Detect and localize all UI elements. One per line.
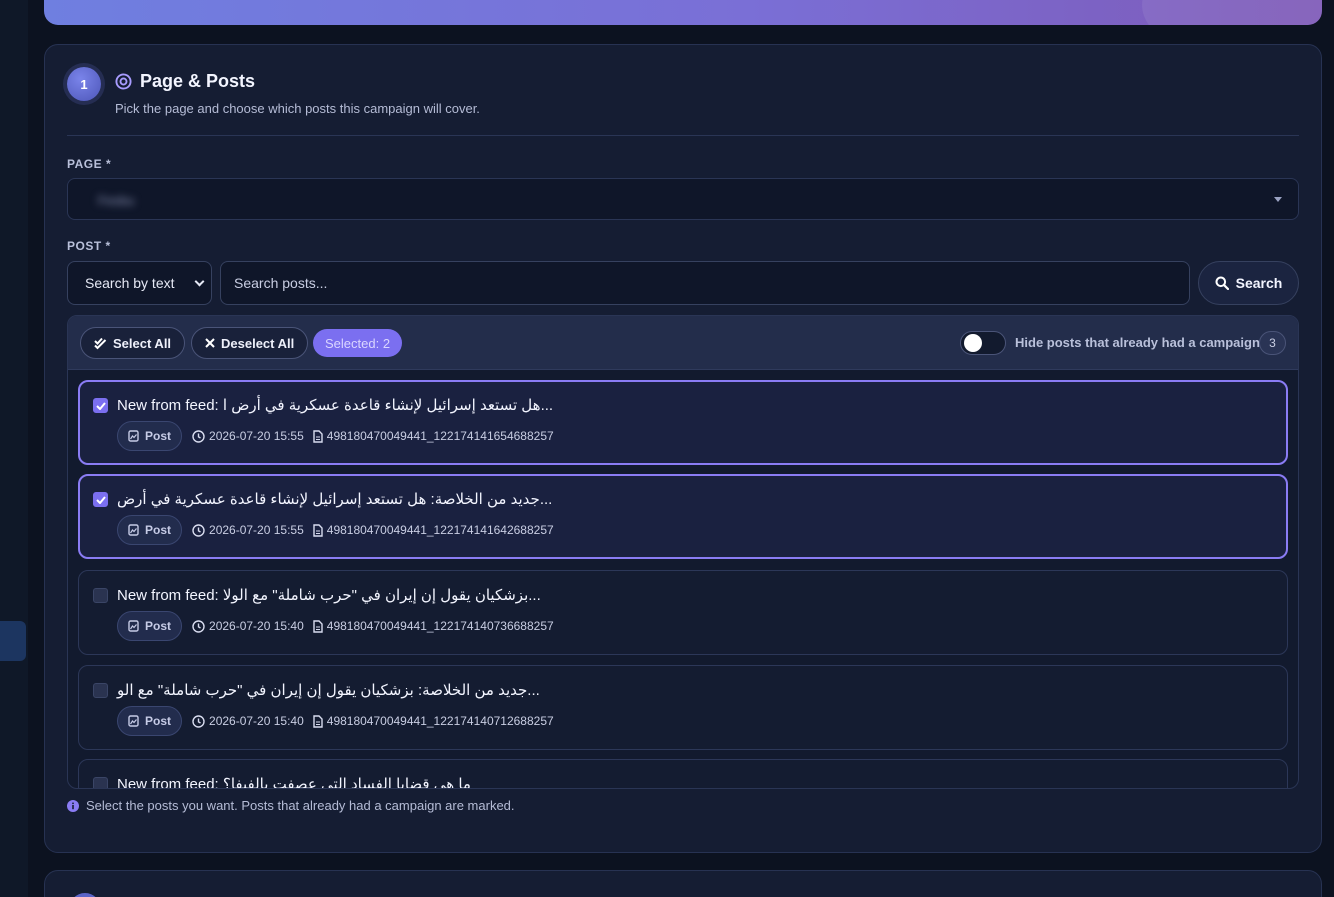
document-icon xyxy=(128,620,139,632)
document-icon xyxy=(128,715,139,727)
post-type-badge: Post xyxy=(117,421,183,451)
post-item[interactable]: جديد من الخلاصة: هل تستعد إسرائيل لإنشاء… xyxy=(78,474,1288,559)
clock-icon xyxy=(192,714,205,728)
post-checkbox[interactable] xyxy=(93,588,108,603)
post-title: New from feed: ما هي قضايا الفساد التي ع… xyxy=(117,776,471,789)
toggle-knob xyxy=(964,334,982,352)
info-icon xyxy=(67,799,79,812)
post-field-label: POST * xyxy=(67,239,111,253)
post-checkbox[interactable] xyxy=(93,777,108,788)
search-mode-select[interactable]: Search by text xyxy=(67,261,212,305)
file-icon xyxy=(313,429,323,443)
post-id: 498180470049441_122174140736688257 xyxy=(313,619,554,633)
post-id: 498180470049441_122174141654688257 xyxy=(313,429,554,443)
search-mode-value: Search by text xyxy=(85,275,175,291)
post-title: New from feed: هل تستعد إسرائيل لإنشاء ق… xyxy=(117,397,554,414)
post-meta: Post 2026-07-20 15:55 498180470049441_12… xyxy=(117,515,554,545)
posts-hint-text: Select the posts you want. Posts that al… xyxy=(86,798,515,813)
file-icon xyxy=(313,619,323,633)
posts-panel: Select All Deselect All Selected: 2 Hide… xyxy=(67,315,1299,789)
deselect-all-button[interactable]: Deselect All xyxy=(191,327,309,359)
file-icon xyxy=(313,523,323,537)
post-id: 498180470049441_122174140712688257 xyxy=(313,714,554,728)
page-field-label: PAGE * xyxy=(67,157,112,171)
post-search-input[interactable] xyxy=(220,261,1190,305)
post-id-text: 498180470049441_122174140712688257 xyxy=(326,714,554,728)
section-subtitle: Pick the page and choose which posts thi… xyxy=(115,101,480,116)
clock-icon xyxy=(192,619,205,633)
selected-count-badge: Selected: 2 xyxy=(313,329,403,357)
clock-icon xyxy=(192,429,205,443)
post-type-label: Post xyxy=(145,429,172,443)
post-id: 498180470049441_122174141642688257 xyxy=(313,523,554,537)
post-datetime: 2026-07-20 15:55 xyxy=(192,429,304,443)
post-id-text: 498180470049441_122174141654688257 xyxy=(326,429,554,443)
post-datetime-text: 2026-07-20 15:55 xyxy=(209,523,304,537)
post-type-badge: Post xyxy=(117,515,183,545)
post-datetime-text: 2026-07-20 15:40 xyxy=(209,714,304,728)
target-icon xyxy=(115,73,132,90)
post-meta: Post 2026-07-20 15:40 498180470049441_12… xyxy=(117,706,554,736)
post-checkbox[interactable] xyxy=(93,683,108,698)
left-sidebar-rail xyxy=(0,0,28,897)
post-item[interactable]: New from feed: بزشكيان يقول إن إيران في … xyxy=(78,570,1288,655)
file-icon xyxy=(313,714,323,728)
caret-down-icon xyxy=(1274,197,1282,202)
post-id-text: 498180470049441_122174140736688257 xyxy=(326,619,554,633)
x-icon xyxy=(205,338,215,348)
select-all-label: Select All xyxy=(113,335,172,351)
post-id-text: 498180470049441_122174141642688257 xyxy=(326,523,554,537)
post-type-badge: Post xyxy=(117,706,183,736)
post-title: جديد من الخلاصة: هل تستعد إسرائيل لإنشاء… xyxy=(117,491,553,508)
chevron-down-icon xyxy=(194,276,205,287)
document-icon xyxy=(128,430,139,442)
post-type-badge: Post xyxy=(117,611,183,641)
page-select-value: Fesbu xyxy=(98,193,135,208)
header-banner xyxy=(44,0,1322,25)
post-item[interactable]: New from feed: هل تستعد إسرائيل لإنشاء ق… xyxy=(78,380,1288,465)
post-item[interactable]: New from feed: ما هي قضايا الفساد التي ع… xyxy=(78,759,1288,789)
posts-toolbar: Select All Deselect All Selected: 2 Hide… xyxy=(68,316,1298,370)
post-meta: Post 2026-07-20 15:55 498180470049441_12… xyxy=(117,421,554,451)
document-icon xyxy=(128,524,139,536)
select-all-button[interactable]: Select All xyxy=(80,327,186,359)
post-type-label: Post xyxy=(145,714,172,728)
check-icon xyxy=(96,496,106,504)
section-title: Page & Posts xyxy=(140,71,256,91)
post-title: جديد من الخلاصة: بزشكيان يقول إن إيران ف… xyxy=(117,682,540,699)
hidden-count-badge: 3 xyxy=(1259,331,1286,355)
magnifier-icon xyxy=(1215,276,1229,290)
deselect-all-label: Deselect All xyxy=(221,335,295,351)
post-datetime-text: 2026-07-20 15:40 xyxy=(209,619,304,633)
search-button[interactable]: Search xyxy=(1198,261,1299,305)
post-title: New from feed: بزشكيان يقول إن إيران في … xyxy=(117,587,541,604)
step-number-badge-next xyxy=(69,893,101,897)
post-checkbox[interactable] xyxy=(93,492,108,507)
post-datetime-text: 2026-07-20 15:55 xyxy=(209,429,304,443)
section-title-row: Page & Posts xyxy=(115,71,255,92)
next-section-card xyxy=(44,870,1322,897)
clock-icon xyxy=(192,523,205,537)
post-datetime: 2026-07-20 15:55 xyxy=(192,523,304,537)
divider xyxy=(67,135,1299,136)
hide-used-posts-label: Hide posts that already had a campaign xyxy=(1015,335,1260,350)
post-datetime: 2026-07-20 15:40 xyxy=(192,619,304,633)
double-check-icon xyxy=(94,337,107,349)
post-item[interactable]: جديد من الخلاصة: بزشكيان يقول إن إيران ف… xyxy=(78,665,1288,750)
step-number-badge: 1 xyxy=(67,67,101,101)
sidebar-active-tab[interactable] xyxy=(0,621,26,661)
posts-hint: Select the posts you want. Posts that al… xyxy=(67,798,515,813)
page-select[interactable]: Fesbu xyxy=(67,178,1299,220)
check-icon xyxy=(96,402,106,410)
post-meta: Post 2026-07-20 15:40 498180470049441_12… xyxy=(117,611,554,641)
post-datetime: 2026-07-20 15:40 xyxy=(192,714,304,728)
page-posts-card: 1 Page & Posts Pick the page and choose … xyxy=(44,44,1322,853)
post-type-label: Post xyxy=(145,523,172,537)
search-button-label: Search xyxy=(1235,275,1283,291)
post-type-label: Post xyxy=(145,619,172,633)
hide-used-posts-toggle[interactable] xyxy=(960,331,1006,355)
post-checkbox[interactable] xyxy=(93,398,108,413)
